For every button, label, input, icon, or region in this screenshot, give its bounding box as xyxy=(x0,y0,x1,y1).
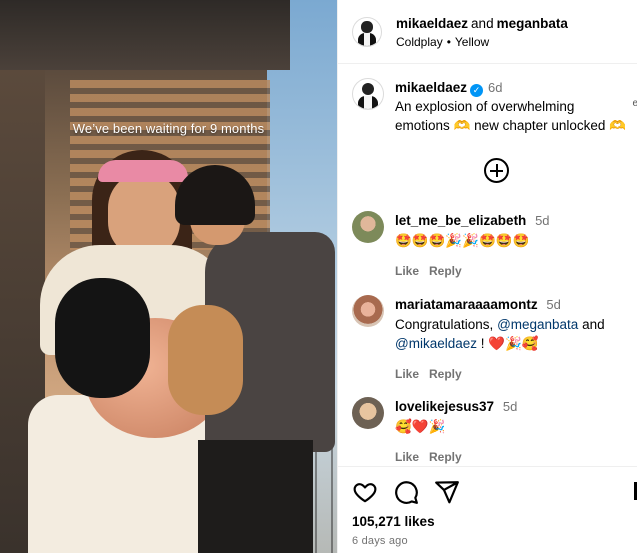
caption-avatar[interactable] xyxy=(352,78,384,110)
audio-artist[interactable]: Coldplay xyxy=(396,35,443,49)
like-comment-button[interactable]: Like xyxy=(395,450,419,464)
comment-username[interactable]: mariatamaraaaamontz xyxy=(395,297,538,312)
post-date[interactable]: 6 days ago xyxy=(352,535,408,547)
cropped-glyph: e xyxy=(632,98,637,109)
like-comment-button[interactable]: Like xyxy=(395,367,419,381)
balcony-ceiling xyxy=(0,0,290,70)
like-comment-button[interactable]: Like xyxy=(395,264,419,278)
comment-body: let_me_be_elizabeth 5d 🤩🤩🤩🎉🎉🤩🤩🤩 Like Repl… xyxy=(395,211,627,281)
authors-conjunction: and xyxy=(471,16,494,31)
mention-link[interactable]: @meganbata xyxy=(497,317,578,332)
comment-icon[interactable] xyxy=(393,479,419,505)
audio-info[interactable]: Coldplay • Yellow xyxy=(396,35,489,49)
audio-separator: • xyxy=(446,35,451,49)
likes-count[interactable]: 105,271 likes xyxy=(352,514,435,529)
reply-button[interactable]: Reply xyxy=(429,264,462,278)
commenter-avatar[interactable] xyxy=(352,397,384,429)
pink-headband xyxy=(98,160,188,182)
black-dog xyxy=(55,278,150,398)
comment-actions: Like Reply xyxy=(395,448,627,467)
comment-actions: Like Reply xyxy=(395,365,627,384)
commenter-avatar[interactable] xyxy=(352,211,384,243)
comment-actions: Like Reply xyxy=(395,262,627,281)
caption-time[interactable]: 6d xyxy=(488,80,502,95)
caption-text-block: mikaeldaez ✓ 6d An explosion of overwhelmi… xyxy=(395,78,627,135)
avatar[interactable] xyxy=(352,17,382,47)
commenter-avatar[interactable] xyxy=(352,295,384,327)
comment-time[interactable]: 5d xyxy=(546,297,560,312)
comment-text-part: Congratulations, xyxy=(395,317,498,332)
comment-text-part: and xyxy=(578,317,605,332)
collab-username[interactable]: meganbata xyxy=(497,16,568,31)
comment-text-part: ! ❤️🎉🥰 xyxy=(477,336,539,351)
comment-time[interactable]: 5d xyxy=(535,213,549,228)
comment-text: 🥰❤️🎉 xyxy=(395,419,446,434)
author-username[interactable]: mikaeldaez xyxy=(396,16,468,31)
verified-badge-icon: ✓ xyxy=(470,84,484,97)
caption-username[interactable]: mikaeldaez xyxy=(395,80,467,95)
comment-time[interactable]: 5d xyxy=(503,399,517,414)
reply-button[interactable]: Reply xyxy=(429,367,462,381)
post-details-panel: mikaeldaez and meganbata Coldplay • Yellow m… xyxy=(337,0,637,553)
brown-dog xyxy=(168,305,243,415)
man-pants xyxy=(198,440,313,553)
post-authors: mikaeldaez and meganbata xyxy=(396,16,568,31)
audio-song[interactable]: Yellow xyxy=(455,35,489,49)
reply-button[interactable]: Reply xyxy=(429,450,462,464)
caption-text: An explosion of overwhelming emotions 🫶 … xyxy=(395,99,626,133)
comment-text: 🤩🤩🤩🎉🎉🤩🤩🤩 xyxy=(395,233,530,248)
comment-text: Congratulations, @meganbata and @mikaeld… xyxy=(395,315,627,353)
comment-username[interactable]: let_me_be_elizabeth xyxy=(395,213,526,228)
video-overlay-text: We’ve been waiting for 9 months xyxy=(72,121,265,136)
post-media[interactable]: We’ve been waiting for 9 months xyxy=(0,0,337,553)
plus-circle-icon[interactable] xyxy=(484,158,509,183)
comment-username[interactable]: lovelikejesus37 xyxy=(395,399,494,414)
post-actions-bar: 105,271 likes 6 days ago xyxy=(338,466,637,553)
comment-body: mariatamaraaaamontz 5d Congratulations, … xyxy=(395,295,627,384)
heart-icon[interactable] xyxy=(352,479,378,505)
comment-body: lovelikejesus37 5d 🥰❤️🎉 Like Reply xyxy=(395,397,627,467)
send-icon[interactable] xyxy=(434,479,460,505)
mention-link[interactable]: @mikaeldaez xyxy=(395,336,477,351)
post-header: mikaeldaez and meganbata Coldplay • Yellow xyxy=(338,0,637,64)
